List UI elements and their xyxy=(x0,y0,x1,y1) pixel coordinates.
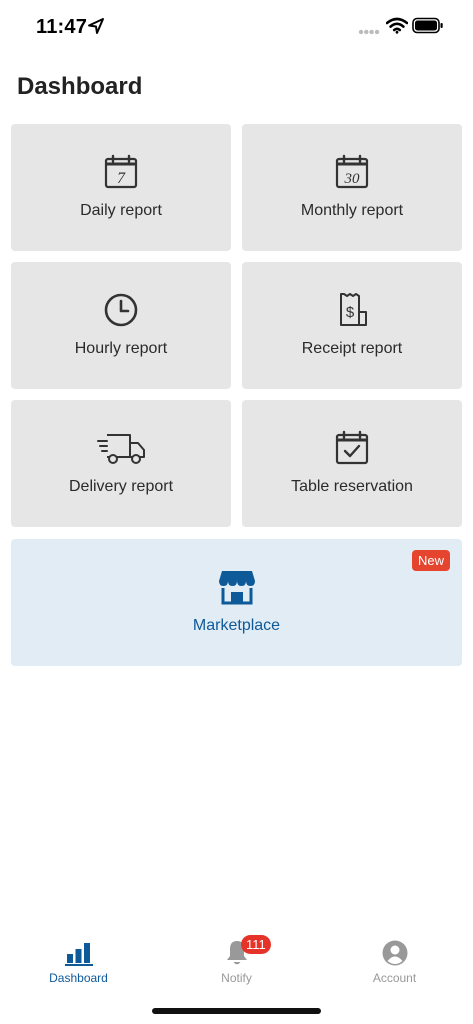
delivery-report-card[interactable]: Delivery report xyxy=(11,400,231,527)
card-label: Delivery report xyxy=(68,478,174,495)
home-indicator xyxy=(152,1008,321,1014)
user-circle-icon xyxy=(382,940,407,966)
receipt-symbol: $ xyxy=(346,304,355,321)
table-reservation-card[interactable]: Table reservation xyxy=(242,400,462,527)
tab-label: Notify xyxy=(221,971,252,985)
store-icon xyxy=(218,571,255,605)
wifi-icon xyxy=(386,17,408,34)
status-bar: 11:47 xyxy=(0,0,473,54)
card-label: Daily report xyxy=(80,202,162,219)
card-label: Receipt report xyxy=(301,340,403,357)
calendar-check-icon xyxy=(335,430,369,465)
tab-notify[interactable]: Notify xyxy=(158,930,315,1000)
monthly-report-card[interactable]: 30 Monthly report xyxy=(242,124,462,251)
calendar-day-number: 30 xyxy=(344,171,361,187)
status-time: 11:47 xyxy=(36,16,88,38)
signal-dots-icon xyxy=(358,29,380,35)
tab-label: Account xyxy=(372,971,417,985)
bar-chart-icon xyxy=(64,943,93,966)
notify-count-badge: 111 xyxy=(241,935,271,954)
card-label: Hourly report xyxy=(74,340,168,357)
marketplace-label: Marketplace xyxy=(192,617,281,634)
battery-icon xyxy=(412,17,443,34)
page-title: Dashboard xyxy=(17,73,143,100)
tab-account[interactable]: Account xyxy=(316,930,473,1000)
hourly-report-card[interactable]: Hourly report xyxy=(11,262,231,389)
new-badge: New xyxy=(411,550,450,571)
receipt-dollar-icon: $ xyxy=(340,293,367,326)
calendar-7-icon: 7 xyxy=(104,154,138,189)
calendar-30-icon: 30 xyxy=(335,154,369,189)
card-label: Table reservation xyxy=(291,478,413,495)
daily-report-card[interactable]: 7 Daily report xyxy=(11,124,231,251)
receipt-report-card[interactable]: $ Receipt report xyxy=(242,262,462,389)
delivery-truck-icon xyxy=(97,434,145,464)
card-label: Monthly report xyxy=(300,202,404,219)
tab-dashboard[interactable]: Dashboard xyxy=(0,930,157,1000)
clock-icon xyxy=(104,293,138,327)
location-arrow-icon xyxy=(88,18,104,34)
tab-label: Dashboard xyxy=(49,971,108,985)
calendar-day-number: 7 xyxy=(117,170,126,187)
marketplace-card[interactable]: New Marketplace xyxy=(11,539,462,666)
